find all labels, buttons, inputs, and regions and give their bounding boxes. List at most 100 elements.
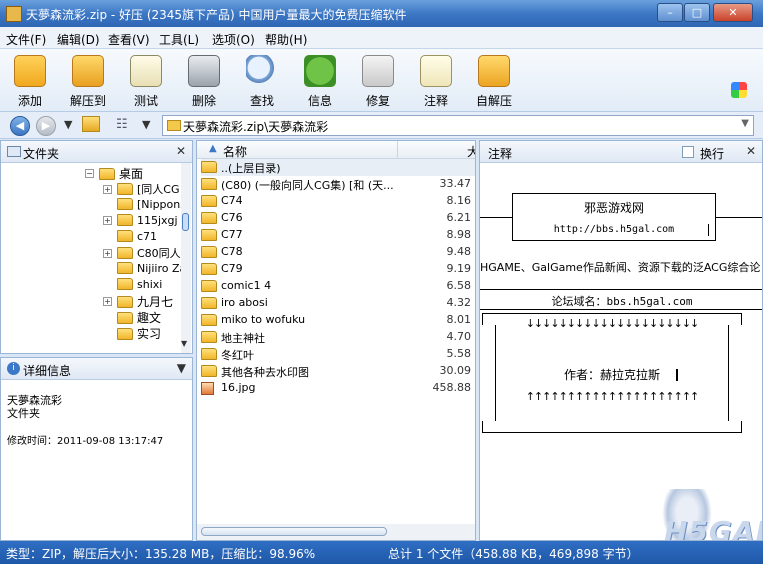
list-item-parent[interactable]: ..(上层目录)	[201, 159, 475, 176]
up-folder-icon[interactable]	[82, 116, 100, 132]
close-icon[interactable]: ✕	[176, 144, 186, 158]
find-label: 查找	[249, 94, 274, 108]
file-name: 16.jpg	[221, 381, 256, 394]
tree-item[interactable]: 实习	[117, 325, 161, 341]
list-item[interactable]: 其他各种去水印图 30.09	[201, 363, 475, 380]
list-item[interactable]: C74 8.16	[201, 193, 475, 210]
menu-options[interactable]: 选项(O)	[212, 31, 255, 48]
collapse-chevron-icon[interactable]: ▼	[177, 361, 186, 375]
scrollbar-thumb[interactable]	[182, 213, 189, 231]
tree-item[interactable]: + C80同人	[103, 245, 181, 261]
column-size[interactable]: 大	[467, 143, 475, 160]
expand-icon[interactable]: +	[103, 184, 112, 194]
forward-arrow-icon[interactable]: ▶	[36, 116, 56, 136]
find-button[interactable]: 查找	[234, 53, 290, 109]
menu-file[interactable]: 文件(F)	[6, 31, 46, 48]
tree-item[interactable]: + [同人CG	[103, 181, 180, 197]
tree-item-label: 九月七	[137, 295, 174, 309]
collapse-icon[interactable]: −	[85, 169, 94, 178]
folder-icon	[201, 365, 217, 377]
wrap-checkbox[interactable]	[682, 146, 694, 158]
back-arrow-icon[interactable]: ◀	[10, 116, 30, 136]
add-button[interactable]: 添加	[2, 53, 58, 109]
list-item[interactable]: C79 9.19	[201, 261, 475, 278]
list-item[interactable]: C76 6.21	[201, 210, 475, 227]
folder-icon	[117, 214, 133, 226]
file-size: 9.48	[446, 245, 472, 258]
folder-icon	[201, 297, 217, 309]
file-size: 8.98	[446, 228, 472, 241]
tree-item[interactable]: +115jxgj	[103, 213, 178, 229]
address-field[interactable]: 天夢森流彩.zip\天夢森流彩 ▼	[162, 115, 754, 136]
author-line: 作者：赫拉克拉斯	[563, 368, 660, 382]
list-item[interactable]: 地主神社 4.70	[201, 329, 475, 346]
tree-item[interactable]: 趣文	[117, 309, 161, 325]
app-icon	[6, 6, 22, 22]
tree-item[interactable]: Nijiiro Za	[117, 261, 181, 277]
tree-item[interactable]: shixi	[117, 277, 162, 293]
folder-tree-scrollbar[interactable]: ▼	[181, 163, 191, 353]
column-name[interactable]: 名称	[223, 143, 247, 160]
expand-icon[interactable]: +	[103, 215, 112, 225]
list-item[interactable]: 16.jpg 458.88	[201, 380, 475, 397]
list-item[interactable]: C77 8.98	[201, 227, 475, 244]
view-mode-icon[interactable]: ☷	[116, 117, 128, 132]
view-mode-dropdown-icon[interactable]: ▼	[142, 118, 150, 131]
list-item[interactable]: comic1 4 6.58	[201, 278, 475, 295]
scroll-down-icon[interactable]: ▼	[181, 339, 187, 348]
maximize-button[interactable]: □	[684, 3, 710, 22]
file-name: C78	[221, 245, 243, 258]
address-dropdown-icon[interactable]: ▼	[741, 118, 749, 129]
address-bar: ◀ ▶ ▼ ☷ ▼ 天夢森流彩.zip\天夢森流彩 ▼	[0, 112, 763, 139]
history-dropdown-icon[interactable]: ▼	[64, 118, 72, 131]
sort-ascending-icon: ▲	[209, 143, 217, 154]
info-icon	[304, 55, 336, 87]
list-item[interactable]: 冬红叶 5.58	[201, 346, 475, 363]
expand-icon[interactable]: +	[103, 297, 112, 306]
list-item[interactable]: (C80) (一般向同人CG集) [和 (天... 33.47	[201, 176, 475, 193]
status-bar: 类型：ZIP，解压后大小：135.28 MB，压缩比：98.96% 总计 1 个…	[0, 541, 763, 564]
watermark-logo: H5GAL	[664, 515, 762, 540]
menu-edit[interactable]: 编辑(D)	[57, 31, 100, 48]
self-extract-button[interactable]: 自解压	[466, 53, 522, 109]
test-button[interactable]: 测试	[118, 53, 174, 109]
file-size: 458.88	[432, 381, 472, 394]
tagline: HGAME、GalGame作品新闻、资源下载的泛ACG综合论	[480, 261, 761, 274]
info-button[interactable]: 信息	[292, 53, 348, 109]
tree-item-label: C80同人	[137, 247, 181, 260]
minimize-button[interactable]: –	[657, 3, 683, 22]
scrollbar-thumb[interactable]	[201, 527, 387, 536]
close-button[interactable]: ✕	[713, 3, 753, 22]
detail-modified: 修改时间：2011-09-08 13:17:47	[7, 432, 163, 447]
file-name: 其他各种去水印图	[221, 366, 309, 379]
expand-icon[interactable]: +	[103, 248, 112, 258]
close-icon[interactable]: ✕	[746, 144, 756, 158]
list-item[interactable]: iro abosi 4.32	[201, 295, 475, 312]
list-item[interactable]: C78 9.48	[201, 244, 475, 261]
tree-item-desktop[interactable]: − 桌面	[85, 165, 143, 181]
menu-view[interactable]: 查看(V)	[108, 31, 150, 48]
list-item[interactable]: miko to wofuku 8.01	[201, 312, 475, 329]
file-size: 6.21	[446, 211, 472, 224]
skin-palette-icon[interactable]	[731, 82, 747, 98]
folder-icon	[201, 178, 217, 190]
folder-icon	[201, 331, 217, 343]
extract-to-button[interactable]: 解压到	[60, 53, 116, 109]
tree-item[interactable]: + 九月七	[103, 293, 173, 309]
tree-item-label: [Nippons	[137, 197, 181, 211]
menu-help[interactable]: 帮助(H)	[265, 31, 307, 48]
tree-item[interactable]: [Nippons	[117, 197, 181, 213]
menu-tools[interactable]: 工具(L)	[159, 31, 199, 48]
folder-icon	[201, 212, 217, 224]
repair-button[interactable]: 修复	[350, 53, 406, 109]
tree-item[interactable]: c71	[117, 229, 157, 245]
file-name: iro abosi	[221, 296, 268, 309]
file-list-panel: ▲ 名称 大 ..(上层目录) (C80) (一般向同人CG集) [和 (天..…	[196, 140, 476, 541]
folder-icon	[201, 263, 217, 275]
comment-panel: 注释 换行 ✕ 邪恶游戏网 http://bbs.h5gal.com HGAME…	[479, 140, 763, 541]
delete-button[interactable]: 删除	[176, 53, 232, 109]
file-list-hscrollbar[interactable]	[197, 524, 475, 540]
folder-icon	[117, 295, 133, 308]
folder-icon	[117, 262, 133, 274]
comment-button[interactable]: 注释	[408, 53, 464, 109]
